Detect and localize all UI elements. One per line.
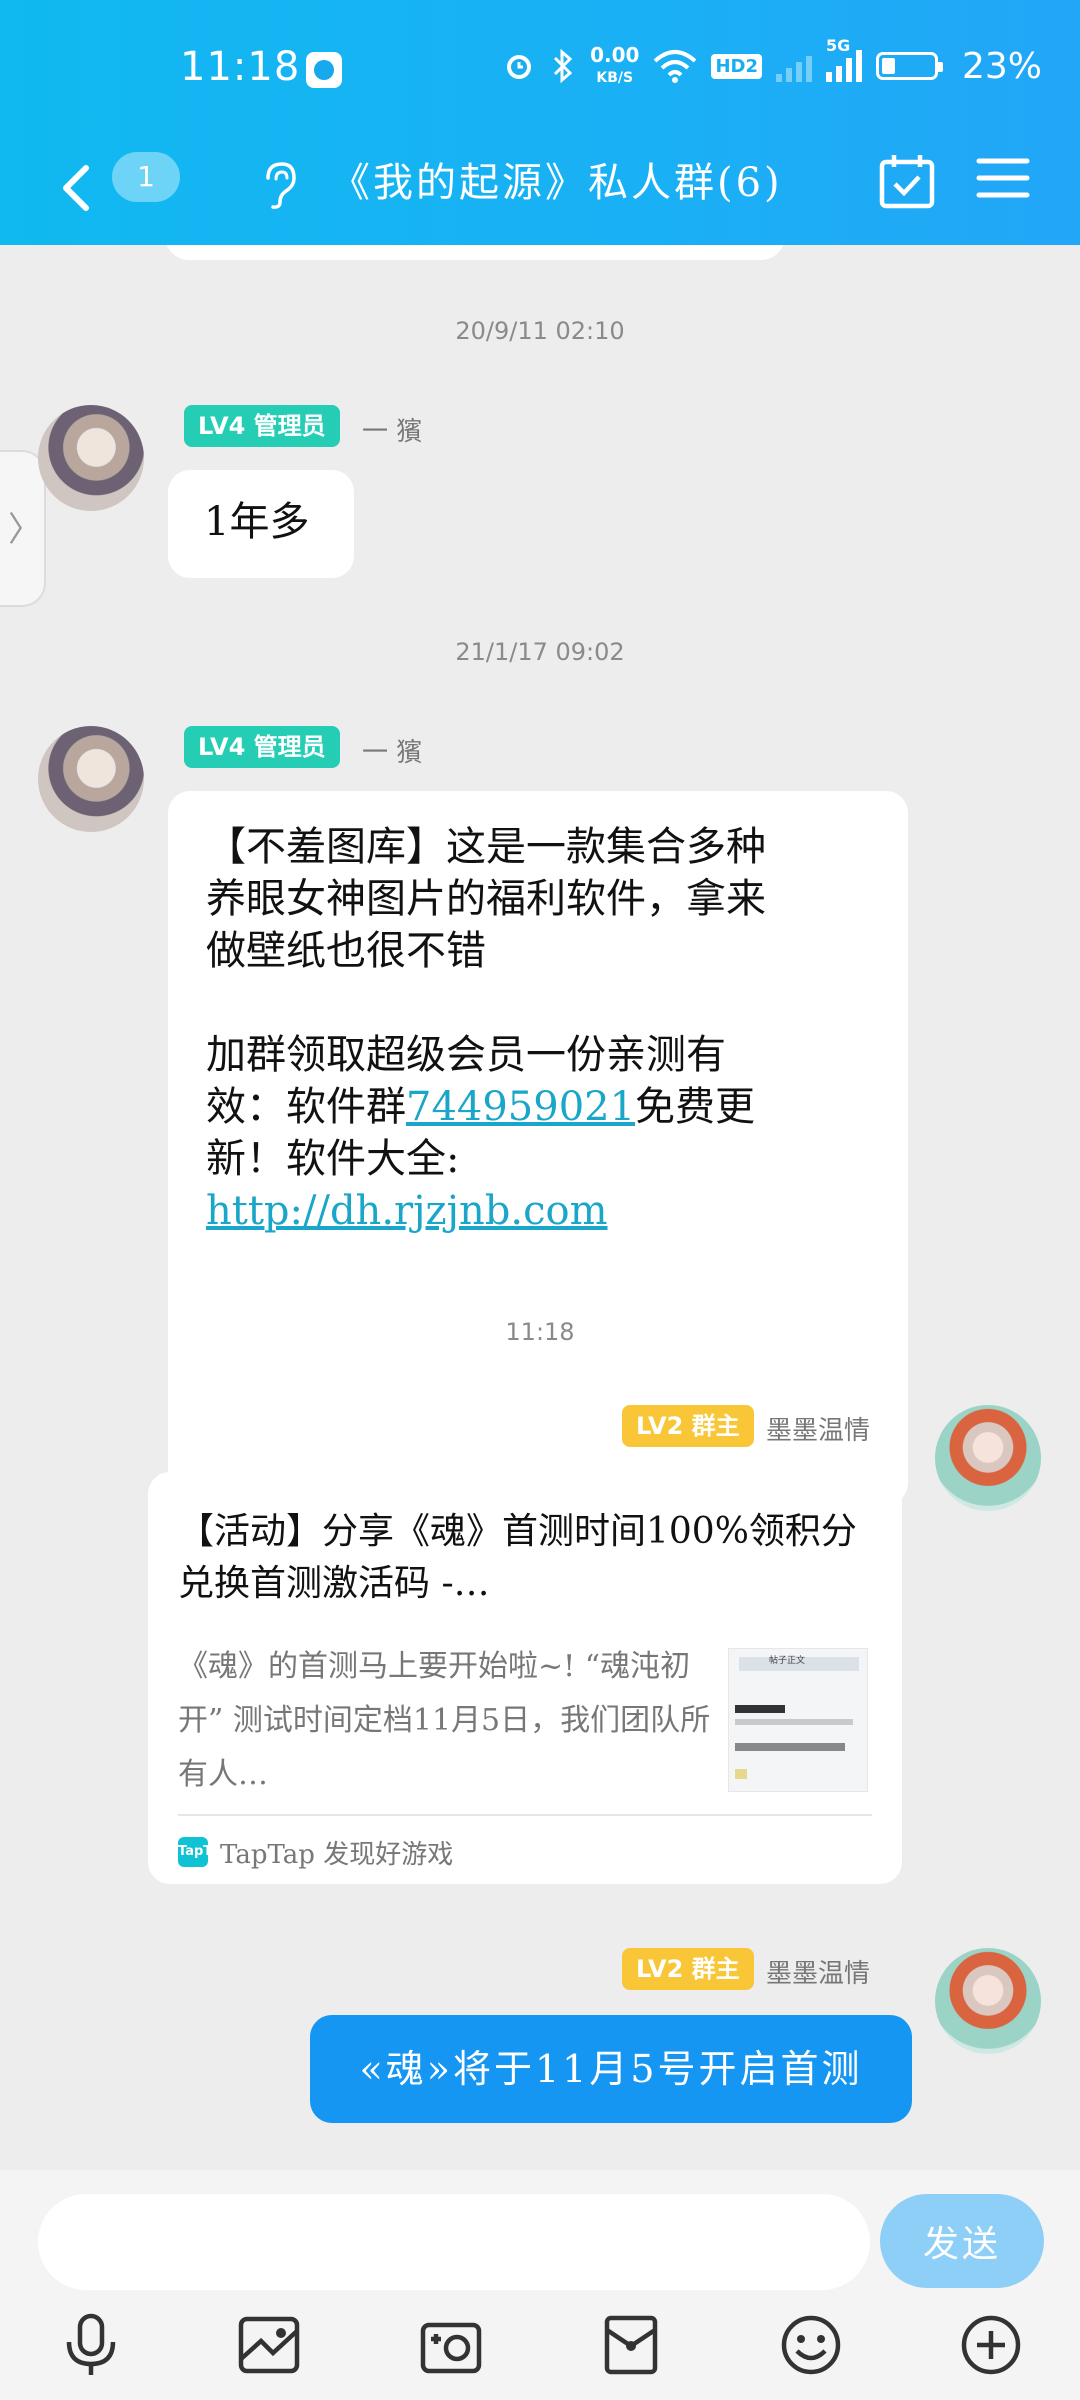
sender-name[interactable]: 墨墨温情 xyxy=(766,1410,870,1447)
share-title: 【活动】分享《魂》首测时间100%领积分兑换首测激活码 -… xyxy=(178,1511,857,1604)
message-text-part: 免费更 xyxy=(635,1084,756,1130)
sender-name[interactable]: 一 獱 xyxy=(362,411,422,448)
app-notification-icon xyxy=(306,52,342,88)
signal-5g-label: 5G xyxy=(825,36,851,55)
message-bubble[interactable]: 1年多 xyxy=(168,470,354,578)
share-source-label: TapTap 发现好游戏 xyxy=(220,1839,454,1870)
message-bubble[interactable]: 【不羞图库】这是一款集合多种 养眼女神图片的福利软件，拿来 做壁纸也很不错 加群… xyxy=(168,791,908,1505)
previous-message-bubble xyxy=(165,245,785,260)
url-link[interactable]: http://dh.rjzjnb.com xyxy=(206,1188,608,1234)
message-line: 新！软件大全: xyxy=(206,1136,460,1182)
thumb-line xyxy=(735,1743,845,1751)
avatar[interactable] xyxy=(935,1948,1041,2054)
owner-level-badge: LV2 群主 xyxy=(622,1405,754,1447)
sender-name[interactable]: 墨墨温情 xyxy=(766,1953,870,1990)
timestamp: 11:18 xyxy=(505,1318,575,1346)
message-text-part: 效：软件群 xyxy=(206,1084,406,1130)
share-thumbnail: 帖子正文 xyxy=(728,1648,868,1792)
share-description: 《魂》的首测马上要开始啦~! “魂沌初开” 测试时间定档11月5日，我们团队所有… xyxy=(178,1649,711,1792)
owner-level-badge: LV2 群主 xyxy=(622,1948,754,1990)
net-speed-unit: KB/S xyxy=(596,69,634,86)
status-time: 11:18 xyxy=(180,44,301,90)
nav-bar: 1 《我的起源》私人群(6) xyxy=(0,140,1080,245)
calendar-check-icon[interactable] xyxy=(878,152,936,210)
status-bar: 11:18 0.00 KB/S HD2 5G 23% xyxy=(0,0,1080,140)
thumb-line xyxy=(735,1705,785,1713)
header: 11:18 0.00 KB/S HD2 5G 23% 1 《我的起源》私人群(6) xyxy=(0,0,1080,245)
chat-area[interactable]: 20/9/11 02:10 LV4 管理员 一 獱 1年多 21/1/17 09… xyxy=(0,245,1080,2170)
admin-level-badge: LV4 管理员 xyxy=(184,405,340,447)
avatar[interactable] xyxy=(38,726,144,832)
battery-percent: 23% xyxy=(961,45,1042,87)
back-icon[interactable] xyxy=(50,158,100,218)
sender-name[interactable]: 一 獱 xyxy=(362,732,422,769)
plus-icon[interactable] xyxy=(956,2310,1026,2380)
message-text: 1年多 xyxy=(204,499,310,545)
thumb-emoji xyxy=(735,1769,747,1779)
hd-voice-badge: HD2 xyxy=(711,53,762,79)
timestamp: 21/1/17 09:02 xyxy=(455,638,625,666)
input-bar: 发送 xyxy=(0,2170,1080,2292)
message-line: 效：软件群744959021免费更 xyxy=(206,1081,886,1133)
wifi-icon xyxy=(654,50,697,83)
status-right: 0.00 KB/S HD2 5G 23% xyxy=(502,36,1042,88)
input-toolbar xyxy=(0,2292,1080,2400)
avatar[interactable] xyxy=(935,1405,1041,1511)
ear-mode-icon[interactable] xyxy=(262,160,298,210)
taptap-logo-icon: TapTap xyxy=(178,1837,229,1867)
menu-icon[interactable] xyxy=(976,155,1030,201)
microphone-icon[interactable] xyxy=(56,2310,126,2380)
net-speed-value: 0.00 xyxy=(590,42,640,67)
own-message-bubble[interactable]: «魂»将于11月5号开启首测 xyxy=(310,2015,912,2123)
camera-icon[interactable] xyxy=(416,2310,486,2380)
signal-sim1-icon xyxy=(775,50,812,82)
send-button[interactable]: 发送 xyxy=(880,2194,1044,2288)
share-source: TapTap TapTap 发现好游戏 xyxy=(178,1832,453,1872)
bluetooth-icon xyxy=(554,48,573,84)
share-divider xyxy=(178,1814,872,1816)
share-card[interactable]: 【活动】分享《魂》首测时间100%领积分兑换首测激活码 -… 《魂》的首测马上要… xyxy=(148,1472,902,1884)
group-number-link[interactable]: 744959021 xyxy=(406,1084,635,1130)
message-line: 【不羞图库】这是一款集合多种 xyxy=(206,824,766,870)
red-packet-icon[interactable] xyxy=(596,2310,666,2380)
image-icon[interactable] xyxy=(234,2310,304,2380)
message-line: 养眼女神图片的福利软件，拿来 xyxy=(206,876,766,922)
unread-count-badge[interactable]: 1 xyxy=(112,152,180,202)
message-text: 【不羞图库】这是一款集合多种 养眼女神图片的福利软件，拿来 做壁纸也很不错 加群… xyxy=(206,821,886,1237)
battery-icon xyxy=(875,52,943,80)
avatar[interactable] xyxy=(38,405,144,511)
thumb-line xyxy=(735,1719,853,1725)
message-input[interactable] xyxy=(38,2194,870,2290)
group-title: 《我的起源》私人群(6) xyxy=(330,160,783,206)
emoji-icon[interactable] xyxy=(776,2310,846,2380)
side-drawer-handle[interactable] xyxy=(0,450,46,607)
message-line: 加群领取超级会员一份亲测有 xyxy=(206,1032,726,1078)
message-line: 做壁纸也很不错 xyxy=(206,928,486,974)
thumb-title: 帖子正文 xyxy=(769,1656,806,1666)
net-speed: 0.00 KB/S xyxy=(590,45,639,88)
signal-sim2: 5G xyxy=(825,36,862,82)
alarm-icon xyxy=(507,55,532,79)
admin-level-badge: LV4 管理员 xyxy=(184,726,340,768)
timestamp: 20/9/11 02:10 xyxy=(455,317,625,345)
